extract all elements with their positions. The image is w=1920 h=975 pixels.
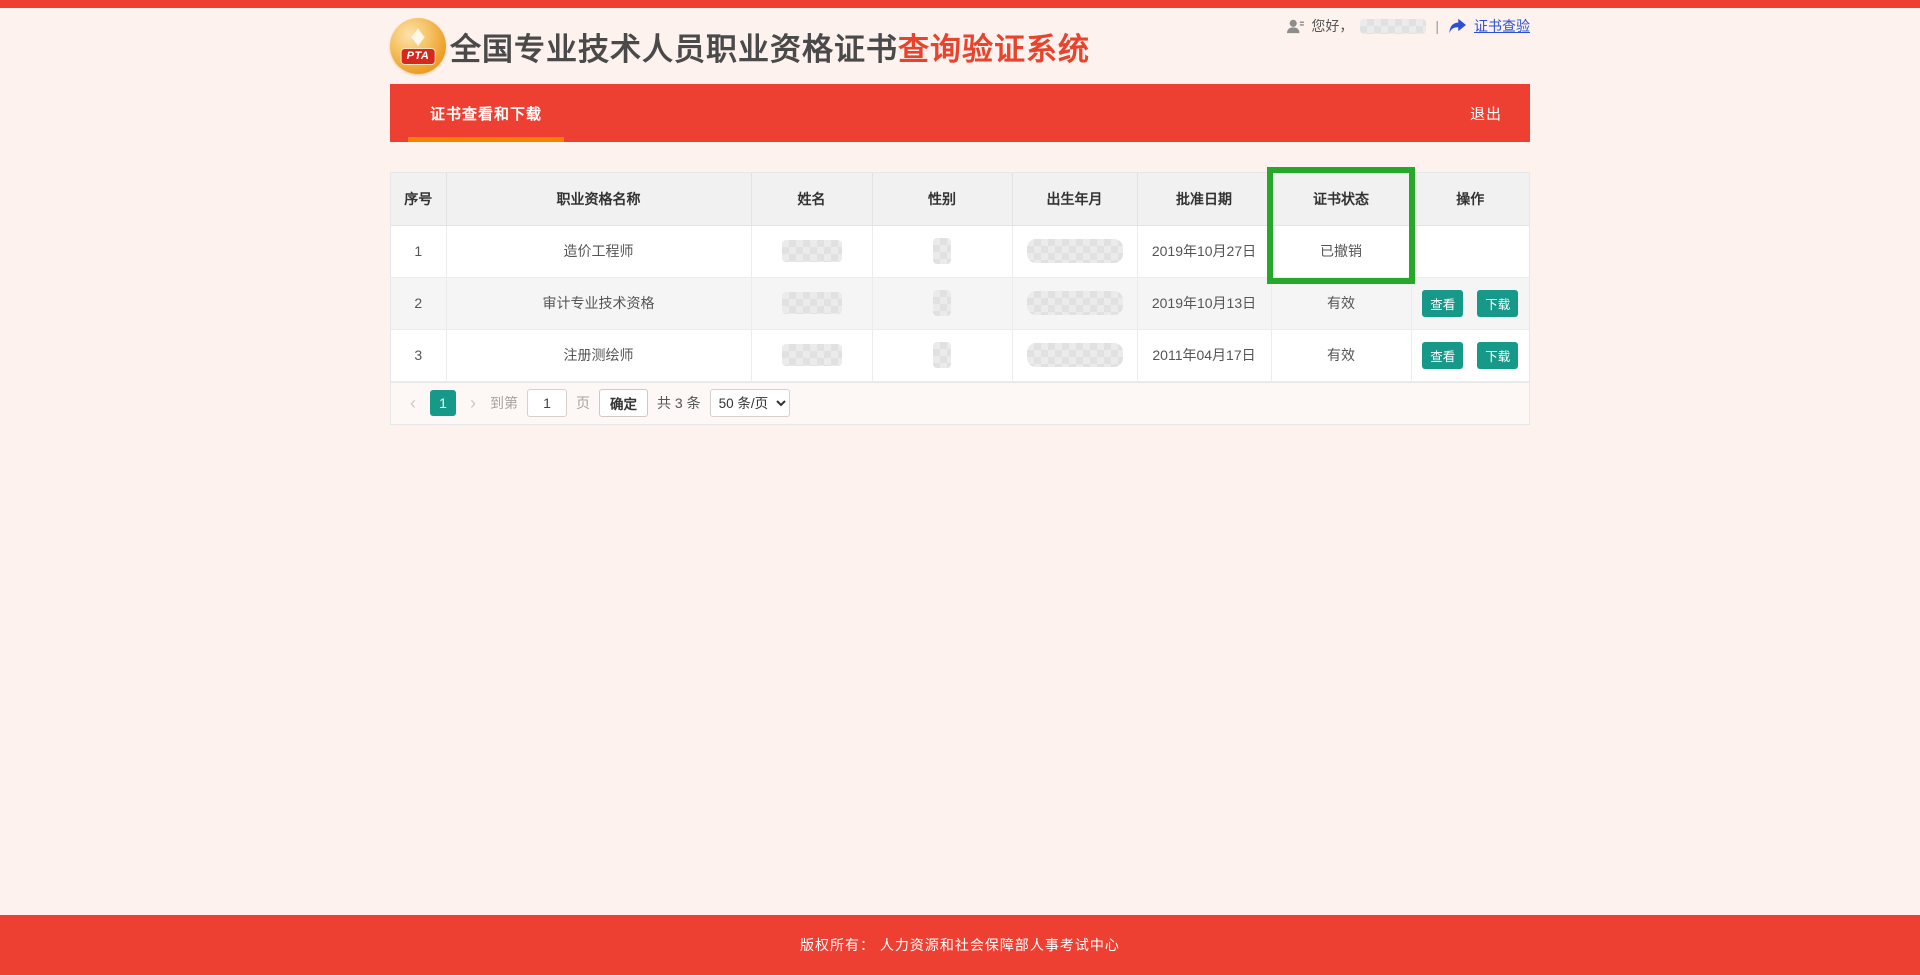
col-header-gender: 性别 — [872, 173, 1012, 225]
goto-page-input[interactable] — [527, 389, 567, 417]
logout-button[interactable]: 退出 — [1470, 103, 1530, 124]
redacted-gender — [933, 238, 951, 264]
cell-actions: 查看下载 — [1411, 277, 1529, 329]
cell-status: 有效 — [1271, 277, 1411, 329]
cell-actions — [1411, 225, 1529, 277]
top-accent-bar — [0, 0, 1920, 8]
col-header-approval-date: 批准日期 — [1137, 173, 1271, 225]
redacted-name — [782, 240, 842, 262]
chevron-left-icon[interactable]: ‹ — [405, 394, 421, 412]
view-button[interactable]: 查看 — [1422, 342, 1463, 369]
cell-gender — [872, 225, 1012, 277]
redacted-gender — [933, 290, 951, 316]
certificate-table-panel: 序号 职业资格名称 姓名 性别 出生年月 批准日期 证书状态 操作 1 造价工程… — [390, 172, 1530, 425]
cell-gender — [872, 277, 1012, 329]
copyright-text: 版权所有： 人力资源和社会保障部人事考试中心 — [800, 935, 1120, 955]
col-header-actions: 操作 — [1411, 173, 1529, 225]
view-button[interactable]: 查看 — [1422, 290, 1463, 317]
greeting-text: 您好， — [1311, 16, 1353, 36]
cell-birth — [1012, 329, 1137, 381]
table-header-row: 序号 职业资格名称 姓名 性别 出生年月 批准日期 证书状态 操作 — [391, 173, 1529, 225]
divider: | — [1435, 18, 1439, 34]
cell-actions: 查看下载 — [1411, 329, 1529, 381]
certificate-verify-link[interactable]: 证书查验 — [1474, 16, 1530, 36]
pta-logo: ♦ PTA — [390, 18, 446, 74]
cell-approval-date: 2011年04月17日 — [1137, 329, 1271, 381]
page-unit-label: 页 — [576, 393, 590, 413]
redacted-name — [782, 344, 842, 366]
cell-qualification: 注册测绘师 — [446, 329, 751, 381]
certificate-table: 序号 职业资格名称 姓名 性别 出生年月 批准日期 证书状态 操作 1 造价工程… — [391, 173, 1529, 382]
page-size-select[interactable]: 50 条/页 — [710, 389, 790, 417]
download-button[interactable]: 下载 — [1477, 342, 1518, 369]
redacted-birth — [1027, 239, 1123, 263]
cell-status: 已撤销 — [1271, 225, 1411, 277]
col-header-birth: 出生年月 — [1012, 173, 1137, 225]
cell-index: 2 — [391, 277, 446, 329]
cell-approval-date: 2019年10月13日 — [1137, 277, 1271, 329]
col-header-status: 证书状态 — [1271, 173, 1411, 225]
redacted-gender — [933, 342, 951, 368]
cell-name — [751, 277, 872, 329]
pta-logo-label: PTA — [401, 48, 436, 65]
user-links: 您好， | 证书查验 — [1286, 16, 1530, 36]
redacted-birth — [1027, 343, 1123, 367]
cell-birth — [1012, 225, 1137, 277]
confirm-button[interactable]: 确定 — [599, 389, 648, 417]
table-row: 3 注册测绘师 2011年04月17日 有效 查看下载 — [391, 329, 1529, 381]
chevron-right-icon[interactable]: › — [465, 394, 481, 412]
tab-view-and-download[interactable]: 证书查看和下载 — [408, 84, 564, 142]
col-header-qualification: 职业资格名称 — [446, 173, 751, 225]
pagination-bar: ‹ 1 › 到第 页 确定 共 3 条 50 条/页 — [391, 382, 1529, 424]
cell-gender — [872, 329, 1012, 381]
download-button[interactable]: 下载 — [1477, 290, 1518, 317]
cell-birth — [1012, 277, 1137, 329]
page-title: 全国专业技术人员职业资格证书查询验证系统 — [450, 24, 1090, 69]
page-title-main: 全国专业技术人员职业资格证书 — [450, 32, 898, 67]
table-row: 1 造价工程师 2019年10月27日 已撤销 — [391, 225, 1529, 277]
cell-qualification: 审计专业技术资格 — [446, 277, 751, 329]
user-icon — [1286, 18, 1304, 34]
current-page-button[interactable]: 1 — [430, 390, 456, 416]
cell-name — [751, 329, 872, 381]
cell-approval-date: 2019年10月27日 — [1137, 225, 1271, 277]
cell-index: 1 — [391, 225, 446, 277]
col-header-index: 序号 — [391, 173, 446, 225]
footer-bar: 版权所有： 人力资源和社会保障部人事考试中心 — [0, 915, 1920, 975]
cell-name — [751, 225, 872, 277]
forward-arrow-icon — [1448, 18, 1467, 35]
main-nav: 证书查看和下载 退出 — [390, 84, 1530, 142]
cell-qualification: 造价工程师 — [446, 225, 751, 277]
table-row: 2 审计专业技术资格 2019年10月13日 有效 查看下载 — [391, 277, 1529, 329]
redacted-birth — [1027, 291, 1123, 315]
redacted-name — [782, 292, 842, 314]
cell-index: 3 — [391, 329, 446, 381]
goto-label: 到第 — [490, 393, 518, 413]
page-title-accent: 查询验证系统 — [898, 32, 1090, 67]
redacted-username — [1360, 19, 1426, 34]
site-header: ♦ PTA 全国专业技术人员职业资格证书查询验证系统 您好， | 证书查验 — [390, 8, 1530, 84]
total-count-label: 共 3 条 — [657, 393, 701, 413]
col-header-name: 姓名 — [751, 173, 872, 225]
cell-status: 有效 — [1271, 329, 1411, 381]
